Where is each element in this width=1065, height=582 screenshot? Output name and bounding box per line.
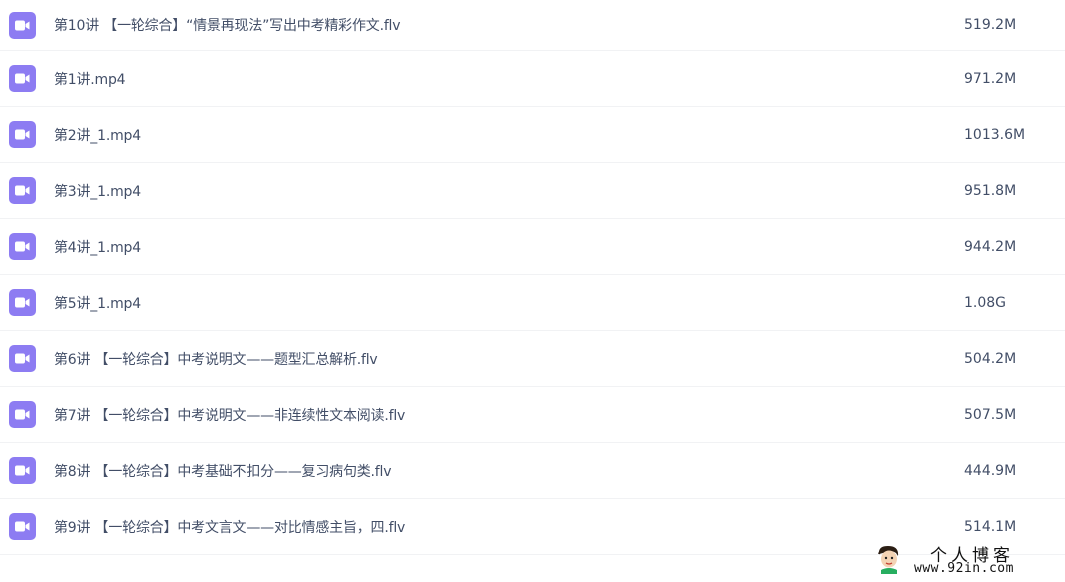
file-name[interactable]: 第10讲 【一轮综合】“情景再现法”写出中考精彩作文.flv bbox=[54, 15, 401, 35]
file-size: 444.9M bbox=[964, 462, 1017, 479]
site-watermark: 个人博客 www.92in.com bbox=[872, 540, 1062, 580]
file-row[interactable]: 第8讲 【一轮综合】中考基础不扣分——复习病句类.flv 444.9M bbox=[0, 443, 1065, 499]
file-name[interactable]: 第7讲 【一轮综合】中考说明文——非连续性文本阅读.flv bbox=[54, 405, 405, 425]
avatar-icon bbox=[876, 544, 902, 574]
file-size: 519.2M bbox=[964, 17, 1017, 33]
video-icon bbox=[9, 233, 36, 260]
file-name[interactable]: 第3讲_1.mp4 bbox=[54, 181, 141, 201]
file-name[interactable]: 第5讲_1.mp4 bbox=[54, 293, 141, 313]
file-size: 1.08G bbox=[964, 294, 1007, 311]
file-name[interactable]: 第2讲_1.mp4 bbox=[54, 125, 141, 145]
file-list: 第10讲 【一轮综合】“情景再现法”写出中考精彩作文.flv 519.2M 第1… bbox=[0, 0, 1065, 555]
file-row[interactable]: 第2讲_1.mp4 1013.6M bbox=[0, 107, 1065, 163]
video-icon bbox=[9, 11, 36, 39]
file-name[interactable]: 第9讲 【一轮综合】中考文言文——对比情感主旨，四.flv bbox=[54, 517, 405, 537]
video-icon bbox=[9, 121, 36, 148]
file-row[interactable]: 第5讲_1.mp4 1.08G bbox=[0, 275, 1065, 331]
file-name[interactable]: 第1讲.mp4 bbox=[54, 69, 126, 89]
video-icon bbox=[9, 345, 36, 372]
file-size: 1013.6M bbox=[964, 126, 1026, 143]
video-icon bbox=[9, 65, 36, 92]
video-icon bbox=[9, 457, 36, 484]
file-name[interactable]: 第8讲 【一轮综合】中考基础不扣分——复习病句类.flv bbox=[54, 461, 392, 481]
file-size: 514.1M bbox=[964, 518, 1017, 535]
file-row[interactable]: 第6讲 【一轮综合】中考说明文——题型汇总解析.flv 504.2M bbox=[0, 331, 1065, 387]
file-size: 951.8M bbox=[964, 182, 1017, 199]
file-row[interactable]: 第1讲.mp4 971.2M bbox=[0, 51, 1065, 107]
file-size: 944.2M bbox=[964, 238, 1017, 255]
file-row[interactable]: 第3讲_1.mp4 951.8M bbox=[0, 163, 1065, 219]
watermark-url: www.92in.com bbox=[914, 561, 1014, 576]
file-name[interactable]: 第4讲_1.mp4 bbox=[54, 237, 141, 257]
video-icon bbox=[9, 513, 36, 540]
file-row[interactable]: 第7讲 【一轮综合】中考说明文——非连续性文本阅读.flv 507.5M bbox=[0, 387, 1065, 443]
file-size: 507.5M bbox=[964, 406, 1017, 423]
video-icon bbox=[9, 289, 36, 316]
file-size: 971.2M bbox=[964, 70, 1017, 87]
file-size: 504.2M bbox=[964, 350, 1017, 367]
file-row[interactable]: 第4讲_1.mp4 944.2M bbox=[0, 219, 1065, 275]
file-name[interactable]: 第6讲 【一轮综合】中考说明文——题型汇总解析.flv bbox=[54, 349, 378, 369]
video-icon bbox=[9, 401, 36, 428]
video-icon bbox=[9, 177, 36, 204]
file-row[interactable]: 第10讲 【一轮综合】“情景再现法”写出中考精彩作文.flv 519.2M bbox=[0, 0, 1065, 51]
